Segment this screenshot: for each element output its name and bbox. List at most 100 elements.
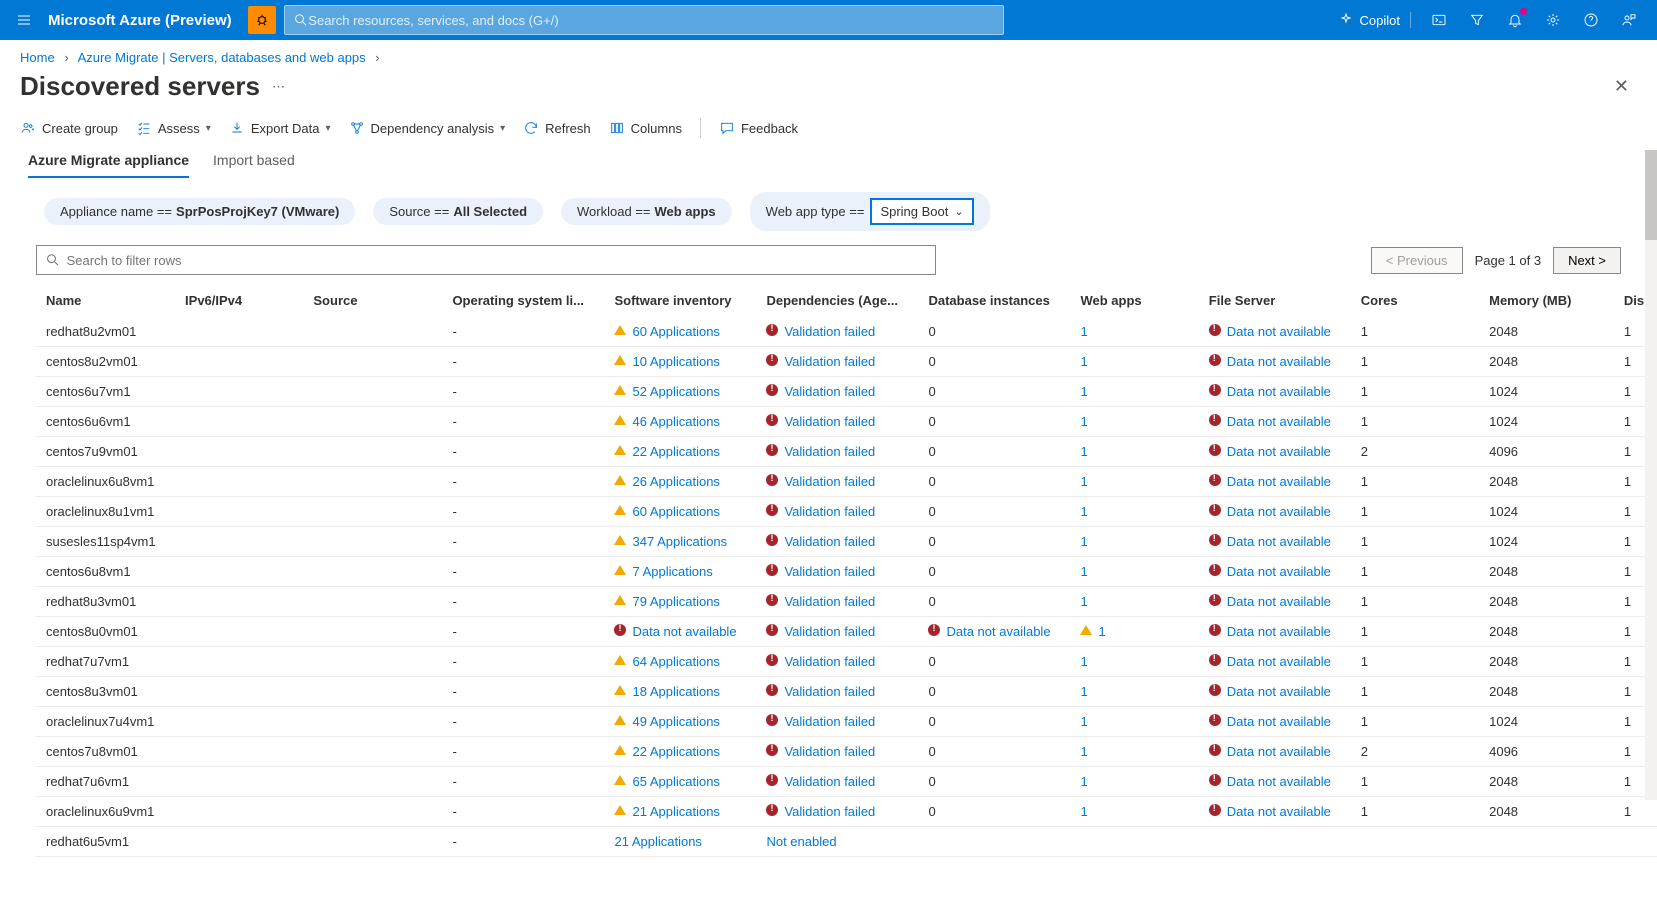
inventory-link[interactable]: 347 Applications (632, 534, 727, 549)
dep-link[interactable]: Validation failed (784, 714, 875, 729)
fs-link[interactable]: Data not available (1227, 624, 1331, 639)
inventory-link[interactable]: 18 Applications (632, 684, 719, 699)
settings-button[interactable] (1537, 4, 1569, 36)
fs-link[interactable]: Data not available (1227, 684, 1331, 699)
col-fileserver[interactable]: File Server (1199, 285, 1351, 317)
webapp-link[interactable]: 1 (1080, 534, 1087, 549)
db-link[interactable]: Data not available (946, 624, 1050, 639)
inventory-link[interactable]: 21 Applications (632, 804, 719, 819)
inventory-link[interactable]: 52 Applications (632, 384, 719, 399)
refresh-button[interactable]: Refresh (523, 120, 591, 136)
filter-appliance[interactable]: Appliance name == SprPosProjKey7 (VMware… (44, 198, 355, 225)
row-filter-input[interactable] (67, 253, 927, 268)
col-memory[interactable]: Memory (MB) (1479, 285, 1614, 317)
feedback-link[interactable]: Feedback (719, 120, 798, 136)
row-filter[interactable] (36, 245, 936, 275)
inventory-link[interactable]: 46 Applications (632, 414, 719, 429)
notifications-button[interactable] (1499, 4, 1531, 36)
table-row[interactable]: oraclelinux7u4vm1-49 ApplicationsValidat… (36, 707, 1657, 737)
dep-link[interactable]: Validation failed (784, 354, 875, 369)
col-name[interactable]: Name (36, 285, 175, 317)
dep-link[interactable]: Validation failed (784, 324, 875, 339)
col-dependencies[interactable]: Dependencies (Age... (756, 285, 918, 317)
more-actions[interactable]: ⋯ (272, 79, 285, 95)
col-os[interactable]: Operating system li... (442, 285, 604, 317)
fs-link[interactable]: Data not available (1227, 324, 1331, 339)
table-row[interactable]: centos6u6vm1-46 ApplicationsValidation f… (36, 407, 1657, 437)
webapp-link[interactable]: 1 (1080, 774, 1087, 789)
dep-link[interactable]: Validation failed (784, 414, 875, 429)
dep-link[interactable]: Validation failed (784, 774, 875, 789)
filter-workload[interactable]: Workload == Web apps (561, 198, 732, 225)
dep-link[interactable]: Validation failed (784, 534, 875, 549)
dep-link[interactable]: Validation failed (784, 744, 875, 759)
inventory-link[interactable]: Data not available (632, 624, 736, 639)
table-row[interactable]: oraclelinux6u9vm1-21 ApplicationsValidat… (36, 797, 1657, 827)
dep-link[interactable]: Validation failed (784, 384, 875, 399)
copilot-button[interactable]: Copilot (1334, 12, 1411, 28)
inventory-link[interactable]: 7 Applications (632, 564, 712, 579)
fs-link[interactable]: Data not available (1227, 444, 1331, 459)
brand-label[interactable]: Microsoft Azure (Preview) (48, 12, 248, 29)
table-row[interactable]: centos8u2vm01-10 ApplicationsValidation … (36, 347, 1657, 377)
fs-link[interactable]: Data not available (1227, 354, 1331, 369)
fs-link[interactable]: Data not available (1227, 504, 1331, 519)
inventory-link[interactable]: 21 Applications (614, 834, 701, 849)
inventory-link[interactable]: 22 Applications (632, 444, 719, 459)
inventory-link[interactable]: 60 Applications (632, 324, 719, 339)
table-row[interactable]: susesles11sp4vm1-347 ApplicationsValidat… (36, 527, 1657, 557)
table-row[interactable]: centos8u0vm01-Data not availableValidati… (36, 617, 1657, 647)
prev-page-button[interactable]: < Previous (1371, 247, 1463, 274)
fs-link[interactable]: Data not available (1227, 744, 1331, 759)
webapp-link[interactable]: 1 (1080, 384, 1087, 399)
global-search-input[interactable] (308, 13, 994, 28)
table-row[interactable]: centos6u7vm1-52 ApplicationsValidation f… (36, 377, 1657, 407)
dep-link[interactable]: Validation failed (784, 504, 875, 519)
inventory-link[interactable]: 79 Applications (632, 594, 719, 609)
col-cores[interactable]: Cores (1351, 285, 1479, 317)
webapp-link[interactable]: 1 (1080, 714, 1087, 729)
inventory-link[interactable]: 49 Applications (632, 714, 719, 729)
inventory-link[interactable]: 10 Applications (632, 354, 719, 369)
inventory-link[interactable]: 26 Applications (632, 474, 719, 489)
next-page-button[interactable]: Next > (1553, 247, 1621, 274)
fs-link[interactable]: Data not available (1227, 384, 1331, 399)
webapp-link[interactable]: 1 (1080, 564, 1087, 579)
fs-link[interactable]: Data not available (1227, 774, 1331, 789)
webapp-link[interactable]: 1 (1080, 444, 1087, 459)
table-row[interactable]: redhat8u2vm01-60 ApplicationsValidation … (36, 317, 1657, 347)
table-row[interactable]: centos6u8vm1-7 ApplicationsValidation fa… (36, 557, 1657, 587)
webapp-link[interactable]: 1 (1080, 474, 1087, 489)
fs-link[interactable]: Data not available (1227, 414, 1331, 429)
table-row[interactable]: redhat8u3vm01-79 ApplicationsValidation … (36, 587, 1657, 617)
webapp-link[interactable]: 1 (1098, 624, 1105, 639)
scrollbar-thumb[interactable] (1645, 150, 1657, 240)
close-blade[interactable]: ✕ (1606, 72, 1637, 101)
preview-bug-badge[interactable] (248, 6, 276, 34)
col-webapps[interactable]: Web apps (1070, 285, 1198, 317)
table-row[interactable]: redhat7u7vm1-64 ApplicationsValidation f… (36, 647, 1657, 677)
table-row[interactable]: oraclelinux6u8vm1-26 ApplicationsValidat… (36, 467, 1657, 497)
inventory-link[interactable]: 22 Applications (632, 744, 719, 759)
fs-link[interactable]: Data not available (1227, 564, 1331, 579)
fs-link[interactable]: Data not available (1227, 534, 1331, 549)
tab-appliance[interactable]: Azure Migrate appliance (28, 146, 189, 178)
export-button[interactable]: Export Data ▾ (229, 120, 331, 136)
breadcrumb-home[interactable]: Home (20, 50, 55, 65)
columns-button[interactable]: Columns (609, 120, 682, 136)
webapp-type-select[interactable]: Spring Boot ⌄ (870, 198, 973, 225)
webapp-link[interactable]: 1 (1080, 804, 1087, 819)
inventory-link[interactable]: 60 Applications (632, 504, 719, 519)
tab-import[interactable]: Import based (213, 146, 295, 178)
cloud-shell-button[interactable] (1423, 4, 1455, 36)
fs-link[interactable]: Data not available (1227, 714, 1331, 729)
col-ip[interactable]: IPv6/IPv4 (175, 285, 303, 317)
fs-link[interactable]: Data not available (1227, 804, 1331, 819)
webapp-link[interactable]: 1 (1080, 354, 1087, 369)
table-row[interactable]: centos7u9vm01-22 ApplicationsValidation … (36, 437, 1657, 467)
breadcrumb-parent[interactable]: Azure Migrate | Servers, databases and w… (78, 50, 366, 65)
col-inventory[interactable]: Software inventory (604, 285, 756, 317)
col-source[interactable]: Source (303, 285, 442, 317)
inventory-link[interactable]: 64 Applications (632, 654, 719, 669)
fs-link[interactable]: Data not available (1227, 594, 1331, 609)
